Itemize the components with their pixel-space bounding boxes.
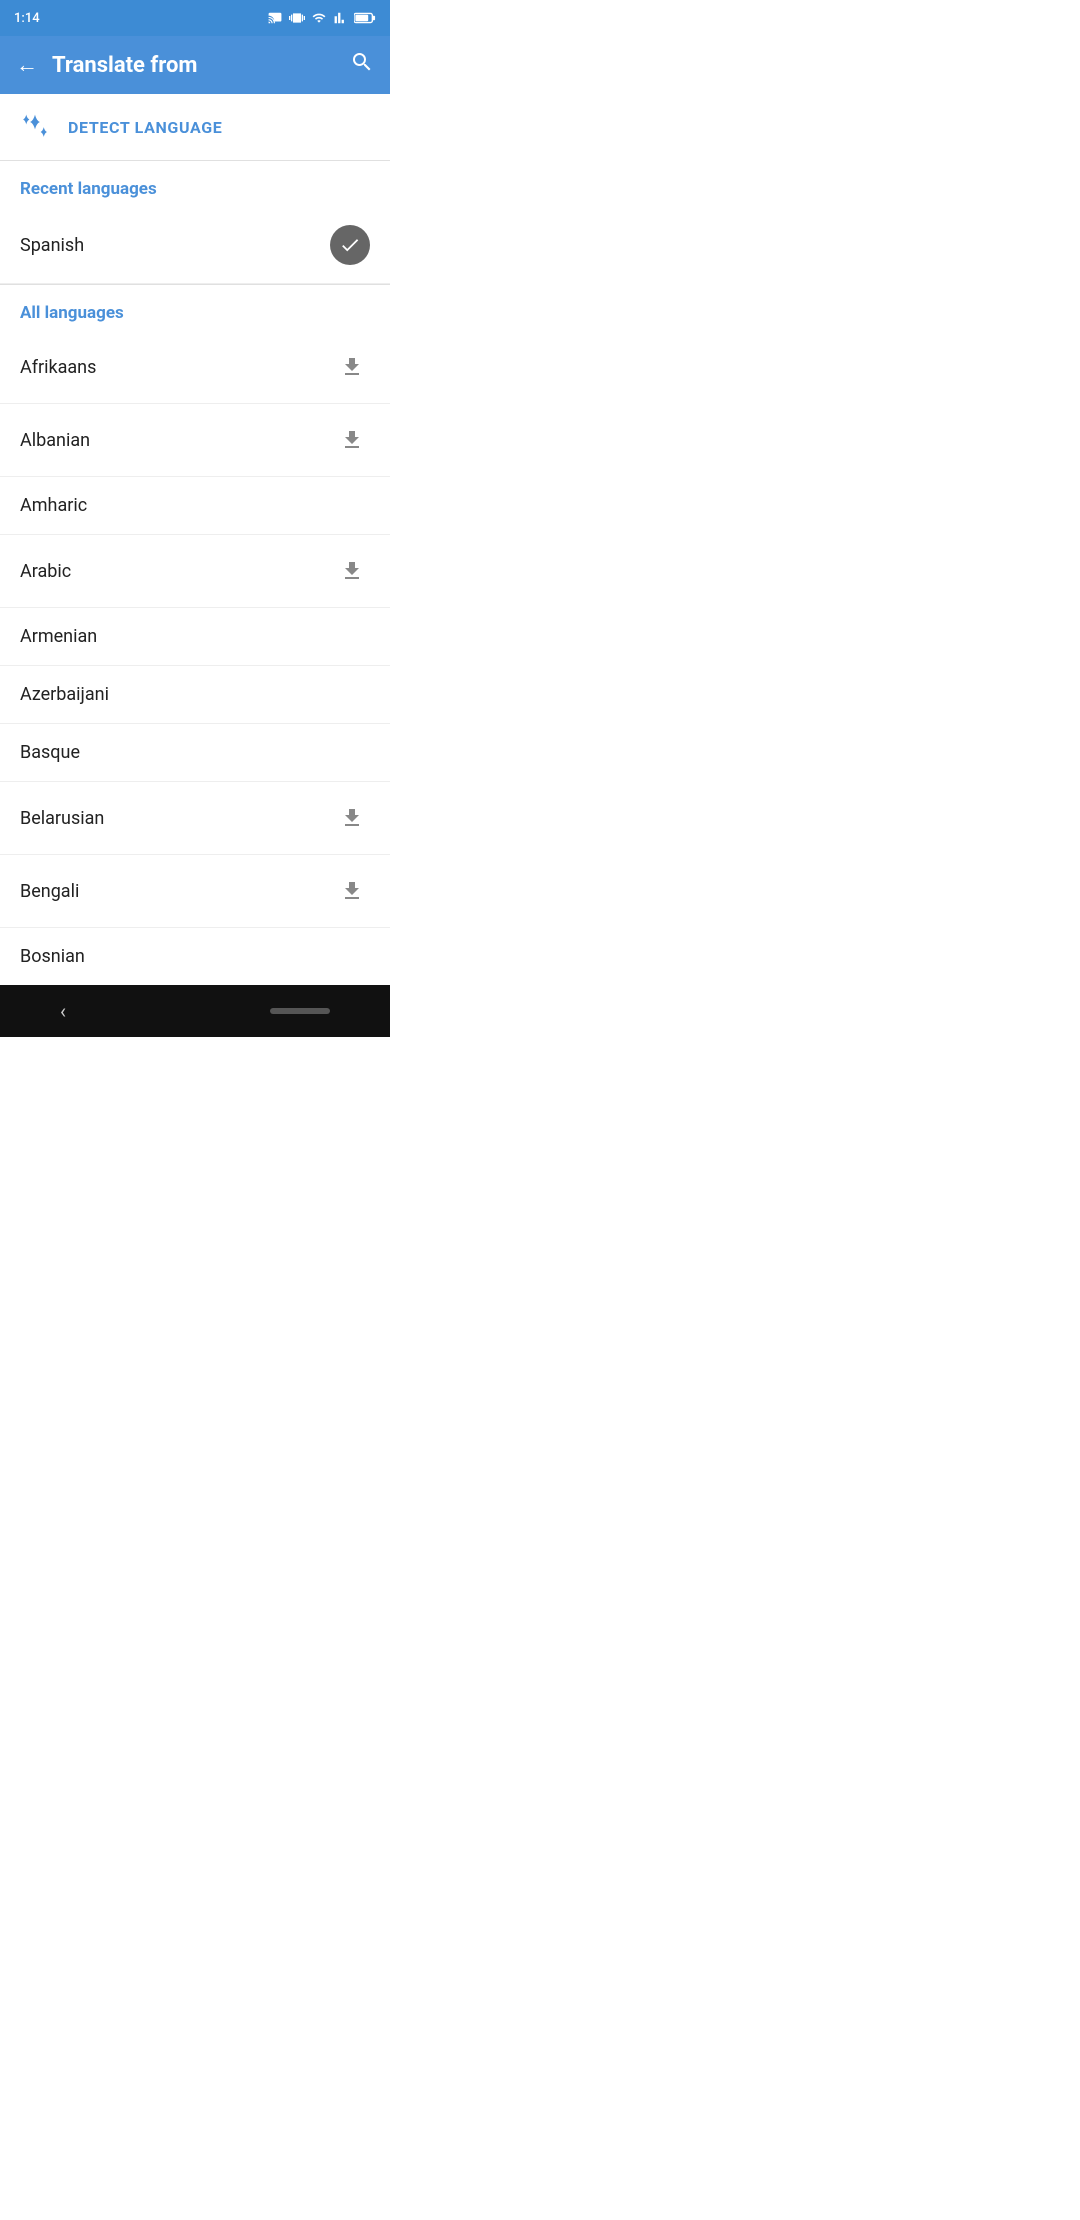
bottom-nav: ‹: [0, 985, 390, 1037]
language-name: Belarusian: [20, 808, 104, 829]
language-name: Armenian: [20, 626, 97, 647]
all-languages-list: Afrikaans Albanian Amharic Arabic Armenian Az…: [0, 331, 390, 985]
language-item[interactable]: Basque: [0, 724, 390, 782]
recent-languages-heading: Recent languages: [0, 161, 390, 207]
language-name: Albanian: [20, 430, 90, 451]
language-item[interactable]: Arabic: [0, 535, 390, 608]
language-item[interactable]: Bosnian: [0, 928, 390, 985]
search-button[interactable]: [350, 50, 374, 80]
sparkle-icon: [20, 112, 50, 142]
download-icon[interactable]: [334, 800, 370, 836]
nav-home-pill[interactable]: [270, 1008, 330, 1014]
status-icons: [266, 10, 376, 26]
language-name: Arabic: [20, 561, 71, 582]
language-item[interactable]: Amharic: [0, 477, 390, 535]
language-item[interactable]: Afrikaans: [0, 331, 390, 404]
download-icon[interactable]: [334, 553, 370, 589]
wifi-icon: [310, 11, 328, 25]
status-time: 1:14: [14, 11, 40, 26]
language-name: Afrikaans: [20, 357, 96, 378]
status-bar: 1:14: [0, 0, 390, 36]
download-icon[interactable]: [334, 873, 370, 909]
language-name: Bengali: [20, 881, 79, 902]
language-item[interactable]: Belarusian: [0, 782, 390, 855]
battery-icon: [354, 12, 376, 24]
back-button[interactable]: ←: [16, 52, 38, 78]
vibrate-icon: [289, 10, 305, 26]
cast-icon: [266, 11, 284, 25]
language-item[interactable]: Azerbaijani: [0, 666, 390, 724]
signal-icon: [333, 11, 349, 25]
language-name: Azerbaijani: [20, 684, 109, 705]
detect-language-row[interactable]: DETECT LANGUAGE: [0, 94, 390, 161]
download-icon[interactable]: [334, 349, 370, 385]
language-item[interactable]: Armenian: [0, 608, 390, 666]
download-icon[interactable]: [334, 422, 370, 458]
language-item[interactable]: Albanian: [0, 404, 390, 477]
language-name: Bosnian: [20, 946, 85, 967]
detect-language-label: DETECT LANGUAGE: [68, 118, 222, 137]
language-name: Basque: [20, 742, 80, 763]
language-item-spanish[interactable]: Spanish: [0, 207, 390, 284]
toolbar: ← Translate from: [0, 36, 390, 94]
language-name: Amharic: [20, 495, 87, 516]
page-title: Translate from: [52, 53, 350, 78]
downloaded-icon: [330, 225, 370, 265]
language-item[interactable]: Bengali: [0, 855, 390, 928]
all-languages-heading: All languages: [0, 285, 390, 331]
nav-back-button[interactable]: ‹: [60, 999, 66, 1023]
language-name: Spanish: [20, 235, 84, 256]
